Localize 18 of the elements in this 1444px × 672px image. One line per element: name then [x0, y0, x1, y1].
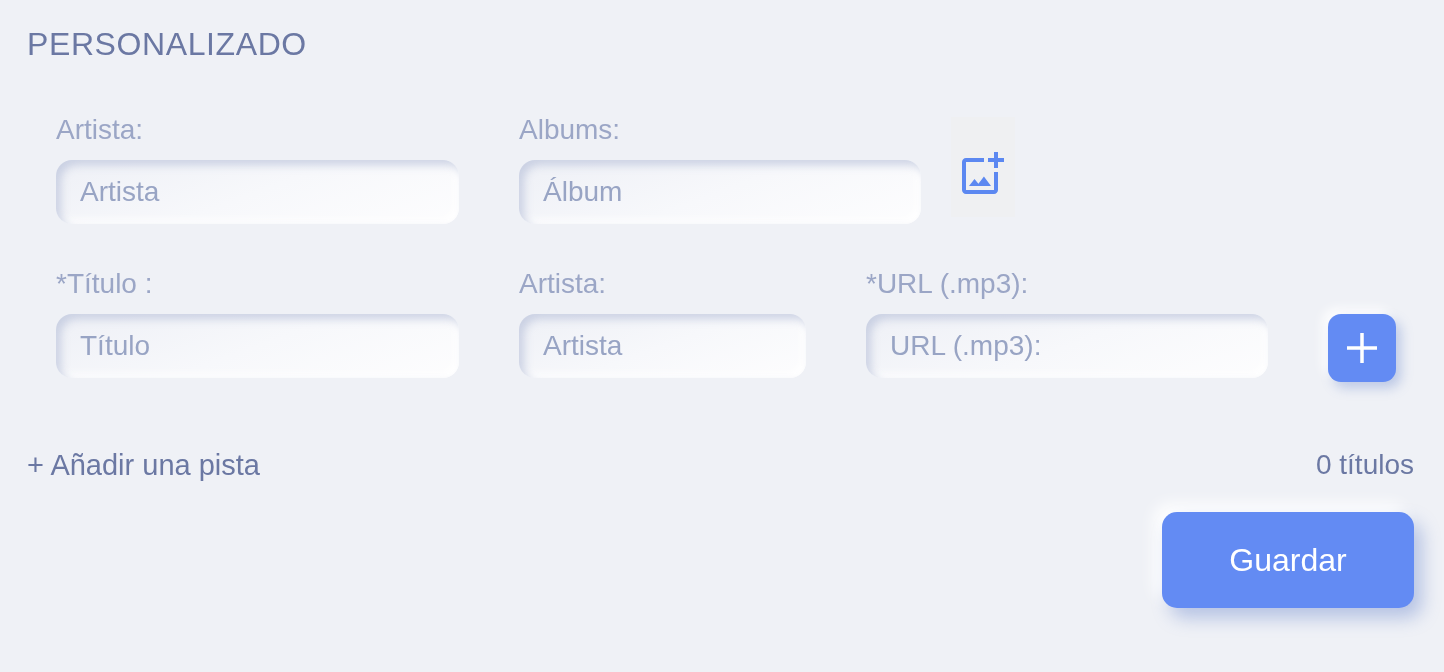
field-label: *Título : [56, 270, 154, 298]
input-field[interactable]: URL (.mp3): [866, 314, 1268, 378]
input-field[interactable]: Artista [56, 160, 459, 224]
field-label: Albums: [519, 116, 622, 144]
add-button[interactable] [1328, 314, 1396, 382]
add-track-link[interactable]: + Añadir una pista [27, 448, 260, 482]
track-count: 0 títulos [1315, 448, 1414, 482]
add-image-button[interactable] [951, 117, 1015, 217]
input-field[interactable]: Álbum [519, 160, 921, 224]
plus-icon [1347, 333, 1377, 363]
image-plus-icon [962, 152, 1004, 194]
field-label: Artista: [519, 270, 608, 298]
field-label: *URL (.mp3): [866, 270, 1030, 298]
input-field[interactable]: Título [56, 314, 459, 378]
field-label: Artista: [56, 116, 145, 144]
section-title: PERSONALIZADO [27, 25, 308, 64]
input-field[interactable]: Artista [519, 314, 806, 378]
save-button[interactable]: Guardar [1162, 512, 1414, 608]
